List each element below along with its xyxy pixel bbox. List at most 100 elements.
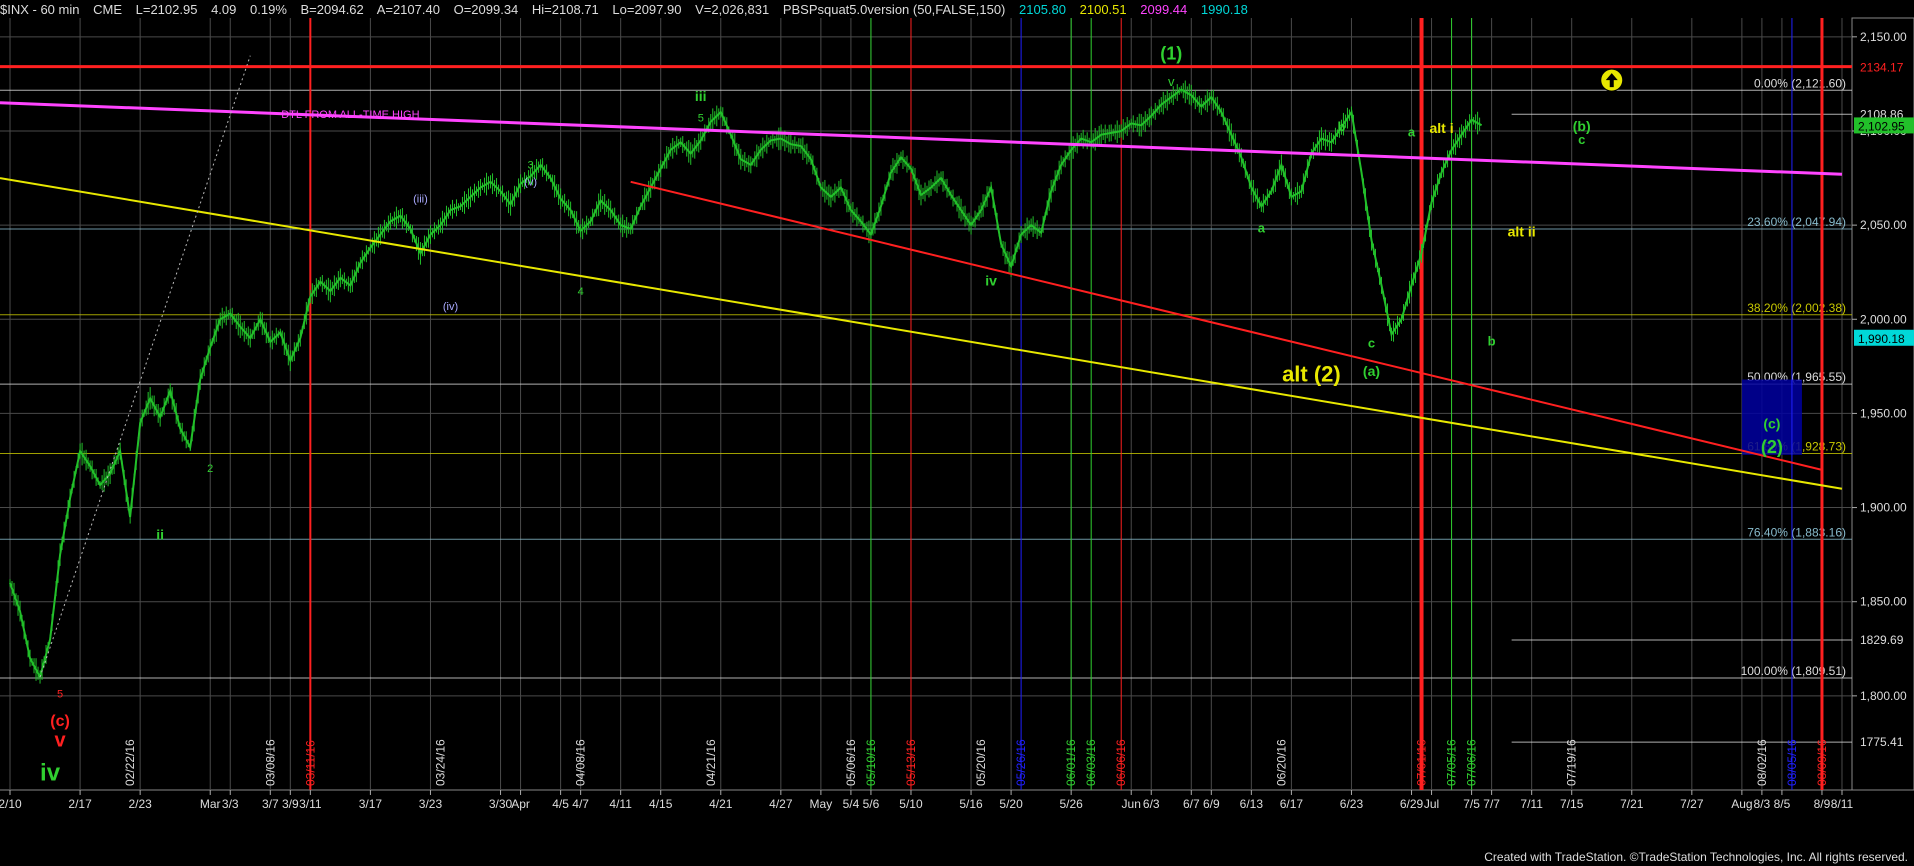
wave-label: c bbox=[1368, 336, 1375, 351]
level-tag: 1829.69 bbox=[1860, 633, 1904, 647]
wave-label: (iv) bbox=[443, 301, 458, 313]
wave-label: (a) bbox=[1363, 363, 1380, 379]
date-label: 04/21/16 bbox=[704, 739, 718, 786]
x-tick-label: 3/30 bbox=[489, 797, 513, 811]
x-tick-label: 5/20 bbox=[999, 797, 1023, 811]
x-tick-label: Mar bbox=[200, 797, 221, 811]
level-tag: 2134.17 bbox=[1860, 61, 1904, 75]
price-chart[interactable]: 2,150.002,100.002,050.002,000.001,950.00… bbox=[0, 0, 1914, 866]
x-tick-label: 5/26 bbox=[1059, 797, 1083, 811]
date-label: 07/19/16 bbox=[1565, 739, 1579, 786]
wave-label: (v) bbox=[524, 177, 537, 189]
wave-label: DTL FROM ALL-TIME HIGH bbox=[281, 109, 419, 121]
date-vline-label: 05/10/16 bbox=[864, 739, 878, 786]
date-vline-label: 08/05/16 bbox=[1785, 739, 1799, 786]
x-tick-label: 7/15 bbox=[1560, 797, 1584, 811]
date-label: 02/22/16 bbox=[123, 739, 137, 786]
x-tick-label: 2/17 bbox=[68, 797, 92, 811]
x-tick-label: 3/17 bbox=[359, 797, 383, 811]
x-tick-label: 2/23 bbox=[128, 797, 152, 811]
wave-label: iv bbox=[985, 272, 997, 288]
level-tag: 1775.41 bbox=[1860, 735, 1904, 749]
fib-level-label: 23.60% (2,047.94) bbox=[1747, 215, 1846, 229]
date-vline-label: 07/05/16 bbox=[1445, 739, 1459, 786]
x-tick-label: 8/11 bbox=[1831, 797, 1854, 811]
x-tick-label: 4/27 bbox=[769, 797, 793, 811]
wave-label: 5 bbox=[57, 689, 63, 701]
x-tick-label: 7/7 bbox=[1483, 797, 1500, 811]
trend-line bbox=[39, 55, 251, 678]
x-tick-label: May bbox=[810, 797, 833, 811]
wave-label: 3 bbox=[528, 160, 534, 172]
x-tick-label: 6/7 bbox=[1183, 797, 1200, 811]
wave-label: c bbox=[1578, 132, 1585, 147]
x-tick-label: 7/21 bbox=[1620, 797, 1644, 811]
x-tick-label: Jun bbox=[1122, 797, 1141, 811]
y-tick-label: 1,950.00 bbox=[1860, 406, 1907, 420]
x-tick-label: 8/5 bbox=[1774, 797, 1791, 811]
date-vline-label: 08/09/16 bbox=[1815, 739, 1829, 786]
fib-level-label: 76.40% (1,883.16) bbox=[1747, 525, 1846, 539]
credit-text: Created with TradeStation. ©TradeStation… bbox=[1484, 850, 1908, 864]
x-tick-label: 6/17 bbox=[1280, 797, 1304, 811]
date-vline-label: 06/06/16 bbox=[1114, 739, 1128, 786]
wave-label: a bbox=[1408, 125, 1416, 140]
date-label: 03/24/16 bbox=[433, 739, 447, 786]
date-vline-label: 06/03/16 bbox=[1084, 739, 1098, 786]
date-label: 05/06/16 bbox=[844, 739, 858, 786]
date-vline-label: 06/01/16 bbox=[1064, 739, 1078, 786]
x-tick-label: 7/5 bbox=[1463, 797, 1480, 811]
x-tick-label: Apr bbox=[511, 797, 530, 811]
wave-label: v bbox=[55, 730, 67, 752]
x-tick-label: 3/23 bbox=[419, 797, 443, 811]
x-tick-label: Aug bbox=[1731, 797, 1752, 811]
price-box-label: 2,102.95 bbox=[1858, 119, 1905, 133]
y-tick-label: 2,050.00 bbox=[1860, 218, 1907, 232]
wave-label: b bbox=[1337, 119, 1345, 134]
x-tick-label: 5/4 bbox=[843, 797, 860, 811]
x-tick-label: 3/7 bbox=[262, 797, 279, 811]
wave-label: b bbox=[1488, 334, 1496, 349]
date-label: 06/20/16 bbox=[1274, 739, 1288, 786]
x-tick-label: 6/29 bbox=[1400, 797, 1424, 811]
x-tick-label: 6/3 bbox=[1143, 797, 1160, 811]
x-tick-label: 3/9 bbox=[282, 797, 299, 811]
wave-label: alt i bbox=[1429, 120, 1453, 136]
wave-label: 2 bbox=[207, 463, 213, 475]
x-tick-label: 8/9 bbox=[1814, 797, 1831, 811]
x-tick-label: 7/27 bbox=[1680, 797, 1704, 811]
y-tick-label: 1,850.00 bbox=[1860, 595, 1907, 609]
x-tick-label: 4/11 bbox=[609, 797, 632, 811]
wave-label: (iii) bbox=[413, 194, 428, 206]
y-tick-label: 2,000.00 bbox=[1860, 312, 1907, 326]
x-tick-label: 6/23 bbox=[1340, 797, 1364, 811]
wave-label: (2) bbox=[1761, 437, 1783, 457]
x-tick-label: 8/3 bbox=[1754, 797, 1771, 811]
wave-label: a bbox=[1258, 221, 1266, 236]
date-label: 04/08/16 bbox=[574, 739, 588, 786]
fib-level-label: 100.00% (1,809.51) bbox=[1741, 664, 1846, 678]
date-label: 08/02/16 bbox=[1755, 739, 1769, 786]
fib-level-label: 38.20% (2,002.38) bbox=[1747, 301, 1846, 315]
wave-label: v bbox=[1168, 74, 1175, 89]
wave-label: 5 bbox=[698, 113, 704, 125]
x-tick-label: 5/10 bbox=[899, 797, 923, 811]
date-vline-label: 07/01/16 bbox=[1415, 739, 1429, 786]
x-tick-label: 4/15 bbox=[649, 797, 673, 811]
wave-label: (1) bbox=[1160, 43, 1182, 63]
date-vline-label: 07/06/16 bbox=[1465, 739, 1479, 786]
price-box-label: 1,990.18 bbox=[1858, 332, 1905, 346]
date-vline-label: 05/13/16 bbox=[904, 739, 918, 786]
wave-label: iii bbox=[695, 88, 707, 104]
x-tick-label: 6/9 bbox=[1203, 797, 1220, 811]
wave-label: ii bbox=[156, 527, 164, 543]
date-vline-label: 05/26/16 bbox=[1014, 739, 1028, 786]
up-arrow-icon bbox=[1600, 68, 1624, 92]
x-tick-label: 7/11 bbox=[1520, 797, 1543, 811]
trend-line bbox=[0, 101, 1843, 176]
x-tick-label: 6/13 bbox=[1240, 797, 1264, 811]
x-tick-label: 4/7 bbox=[572, 797, 589, 811]
wave-label: (c) bbox=[50, 713, 70, 730]
date-label: 03/08/16 bbox=[263, 739, 277, 786]
x-tick-label: Jul bbox=[1424, 797, 1439, 811]
